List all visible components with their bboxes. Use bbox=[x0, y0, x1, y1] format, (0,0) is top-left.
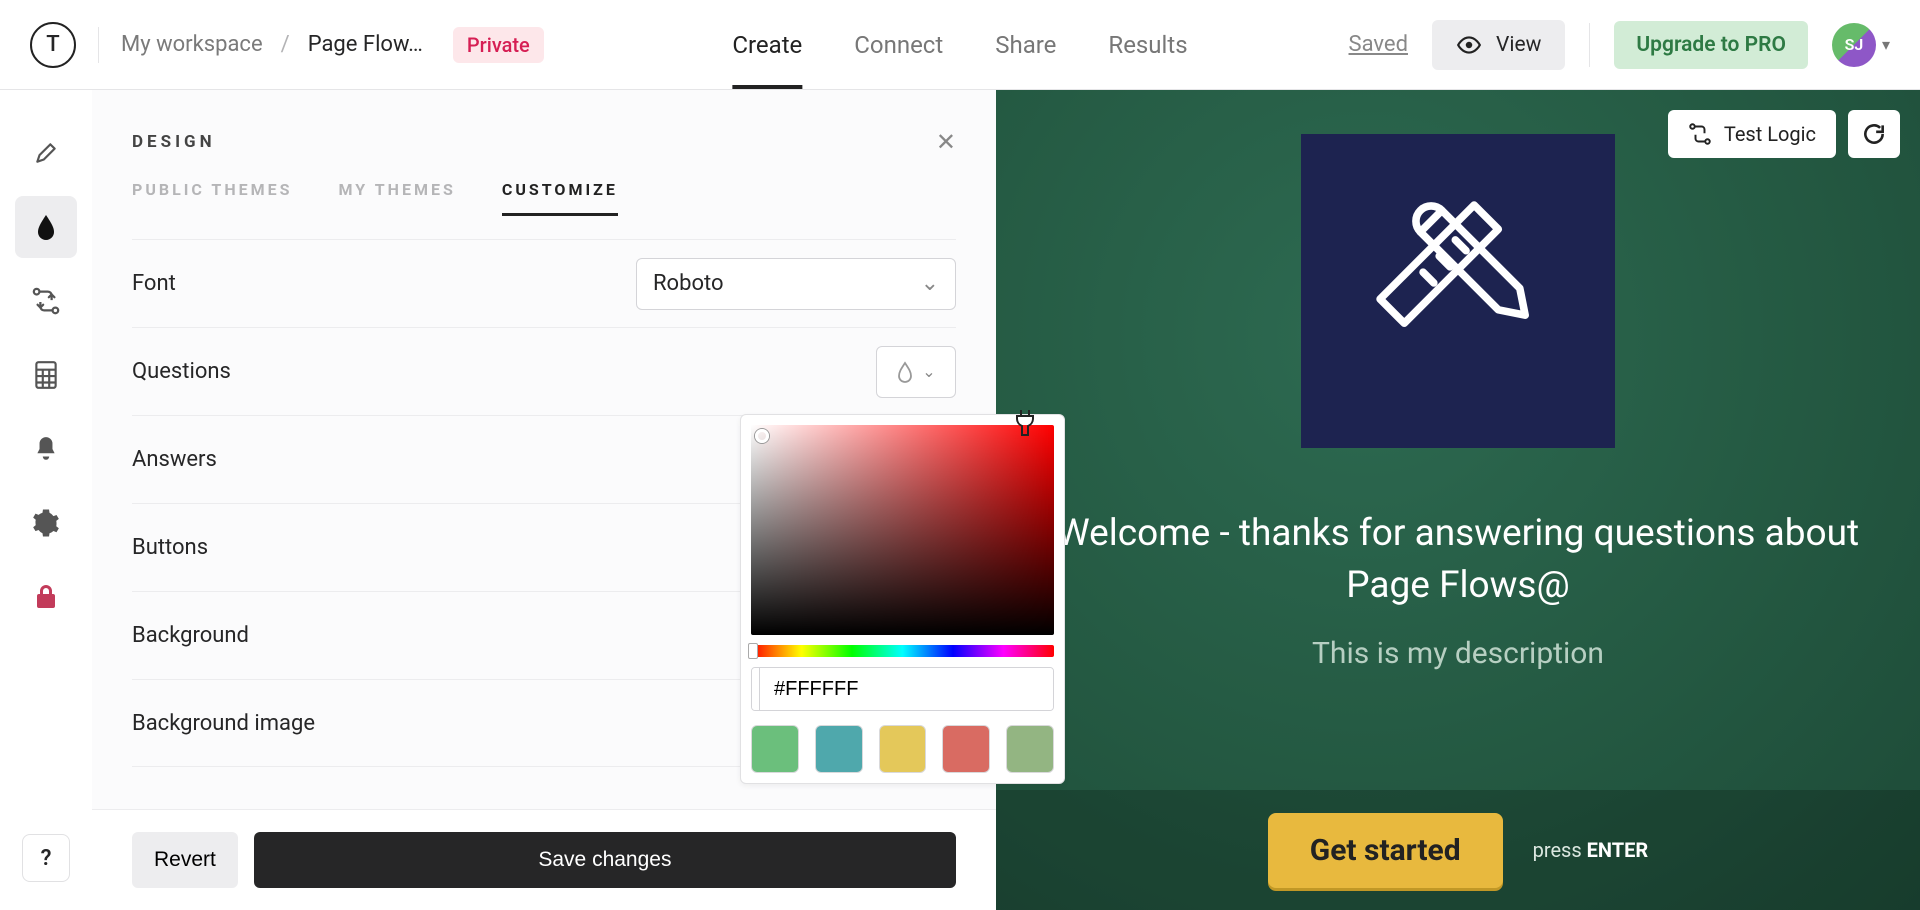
swatch-2[interactable] bbox=[815, 725, 863, 773]
revert-button[interactable]: Revert bbox=[132, 832, 238, 888]
swatch-3[interactable] bbox=[879, 725, 927, 773]
sidebar-item-calculator[interactable] bbox=[15, 344, 77, 406]
cta-bar: Get started press ENTER bbox=[996, 790, 1920, 910]
sidebar-item-settings[interactable] bbox=[15, 492, 77, 554]
swatch-row bbox=[751, 725, 1054, 773]
nav-tab-create[interactable]: Create bbox=[732, 31, 802, 59]
sidebar-item-logic[interactable] bbox=[15, 270, 77, 332]
panel-footer: Revert Save changes bbox=[92, 809, 996, 910]
nav-tab-connect[interactable]: Connect bbox=[854, 31, 943, 59]
chevron-down-icon: ⌄ bbox=[921, 271, 939, 296]
row-label-buttons: Buttons bbox=[132, 535, 208, 560]
form-preview: Test Logic Welcome - thanks for answerin… bbox=[996, 90, 1920, 910]
private-tag: Private bbox=[453, 27, 544, 63]
row-questions: Questions ⌄ bbox=[132, 327, 956, 415]
enter-key: ENTER bbox=[1587, 838, 1649, 862]
hue-handle[interactable] bbox=[748, 643, 758, 659]
view-label: View bbox=[1496, 33, 1541, 57]
welcome-description[interactable]: This is my description bbox=[1312, 636, 1604, 671]
breadcrumb-workspace[interactable]: My workspace bbox=[121, 32, 263, 57]
hex-input-wrap bbox=[751, 667, 1054, 711]
row-label-background: Background bbox=[132, 623, 249, 648]
breadcrumb-separator: / bbox=[281, 32, 290, 57]
row-label-bg-image: Background image bbox=[132, 711, 315, 736]
account-menu[interactable]: SJ ▾ bbox=[1832, 23, 1890, 67]
header-right: Saved View Upgrade to PRO SJ ▾ bbox=[1349, 20, 1890, 70]
sidebar-item-content[interactable] bbox=[15, 122, 77, 184]
breadcrumb-current[interactable]: Page Flow… bbox=[308, 32, 423, 57]
app-header: T My workspace / Page Flow… Private Crea… bbox=[0, 0, 1920, 90]
breadcrumb: My workspace / Page Flow… bbox=[121, 32, 423, 57]
font-value: Roboto bbox=[653, 271, 724, 296]
eye-icon bbox=[1456, 32, 1482, 58]
avatar: SJ bbox=[1832, 23, 1876, 67]
design-tabs: PUBLIC THEMES MY THEMES CUSTOMIZE bbox=[92, 180, 996, 217]
help-button[interactable]: ? bbox=[22, 834, 70, 882]
preview-tools: Test Logic bbox=[1668, 110, 1900, 158]
design-panel: DESIGN ✕ PUBLIC THEMES MY THEMES CUSTOMI… bbox=[92, 90, 996, 910]
chevron-down-icon: ▾ bbox=[1882, 35, 1890, 54]
saturation-handle[interactable] bbox=[755, 429, 769, 443]
color-picker bbox=[740, 414, 1065, 784]
row-label-answers: Answers bbox=[132, 447, 217, 472]
drop-icon bbox=[34, 213, 58, 241]
test-logic-label: Test Logic bbox=[1724, 122, 1816, 146]
primary-nav: Create Connect Share Results bbox=[732, 0, 1187, 90]
saved-status[interactable]: Saved bbox=[1349, 32, 1408, 57]
nav-tab-share[interactable]: Share bbox=[995, 31, 1056, 59]
bell-icon bbox=[33, 435, 59, 463]
workspace-logo[interactable]: T bbox=[30, 22, 76, 68]
chevron-down-icon: ⌄ bbox=[922, 362, 935, 381]
logic-icon bbox=[31, 286, 61, 316]
row-font: Font Roboto ⌄ bbox=[132, 239, 956, 327]
welcome-image-tile[interactable] bbox=[1301, 134, 1615, 448]
enter-prefix: press bbox=[1533, 838, 1587, 862]
gear-icon bbox=[32, 509, 60, 537]
press-enter-hint: press ENTER bbox=[1533, 838, 1649, 862]
sidebar-item-notifications[interactable] bbox=[15, 418, 77, 480]
view-button[interactable]: View bbox=[1432, 20, 1565, 70]
left-sidebar: ? bbox=[0, 90, 92, 910]
questions-color-button[interactable]: ⌄ bbox=[876, 346, 956, 398]
swatch-1[interactable] bbox=[751, 725, 799, 773]
current-swatch bbox=[752, 668, 760, 710]
calculator-icon bbox=[33, 360, 59, 390]
row-label-questions: Questions bbox=[132, 359, 231, 384]
font-select[interactable]: Roboto ⌄ bbox=[636, 258, 956, 310]
hue-slider[interactable] bbox=[751, 645, 1054, 657]
test-logic-button[interactable]: Test Logic bbox=[1668, 110, 1836, 158]
ruler-pencil-icon bbox=[1363, 196, 1553, 386]
reload-icon bbox=[1861, 121, 1887, 147]
pencil-icon bbox=[33, 140, 59, 166]
main-area: ? DESIGN ✕ PUBLIC THEMES MY THEMES CUSTO… bbox=[0, 90, 1920, 910]
swatch-4[interactable] bbox=[942, 725, 990, 773]
header-left: My workspace / Page Flow… Private bbox=[98, 27, 544, 63]
save-button[interactable]: Save changes bbox=[254, 832, 956, 888]
nav-tab-results[interactable]: Results bbox=[1108, 31, 1187, 59]
logic-icon bbox=[1688, 122, 1712, 146]
saturation-area[interactable] bbox=[751, 425, 1054, 635]
tab-public-themes[interactable]: PUBLIC THEMES bbox=[132, 180, 293, 216]
close-icon: ✕ bbox=[936, 128, 956, 156]
drop-outline-icon bbox=[896, 361, 914, 383]
avatar-initials: SJ bbox=[1845, 35, 1864, 54]
swatch-5[interactable] bbox=[1006, 725, 1054, 773]
welcome-title[interactable]: Welcome - thanks for answering questions… bbox=[1038, 508, 1878, 612]
workspace-logo-letter: T bbox=[46, 32, 59, 57]
close-panel-button[interactable]: ✕ bbox=[936, 128, 956, 156]
cursor-icon bbox=[1011, 408, 1039, 438]
upgrade-button[interactable]: Upgrade to PRO bbox=[1614, 21, 1808, 69]
sidebar-item-design[interactable] bbox=[15, 196, 77, 258]
divider bbox=[1589, 23, 1590, 67]
panel-title: DESIGN bbox=[132, 132, 216, 152]
hex-input[interactable] bbox=[760, 668, 1053, 710]
row-label-font: Font bbox=[132, 271, 176, 296]
sidebar-item-lock[interactable] bbox=[15, 566, 77, 628]
tab-customize[interactable]: CUSTOMIZE bbox=[502, 180, 618, 216]
reload-preview-button[interactable] bbox=[1848, 110, 1900, 158]
lock-icon bbox=[35, 584, 57, 610]
get-started-button[interactable]: Get started bbox=[1268, 813, 1503, 888]
tab-my-themes[interactable]: MY THEMES bbox=[339, 180, 456, 216]
